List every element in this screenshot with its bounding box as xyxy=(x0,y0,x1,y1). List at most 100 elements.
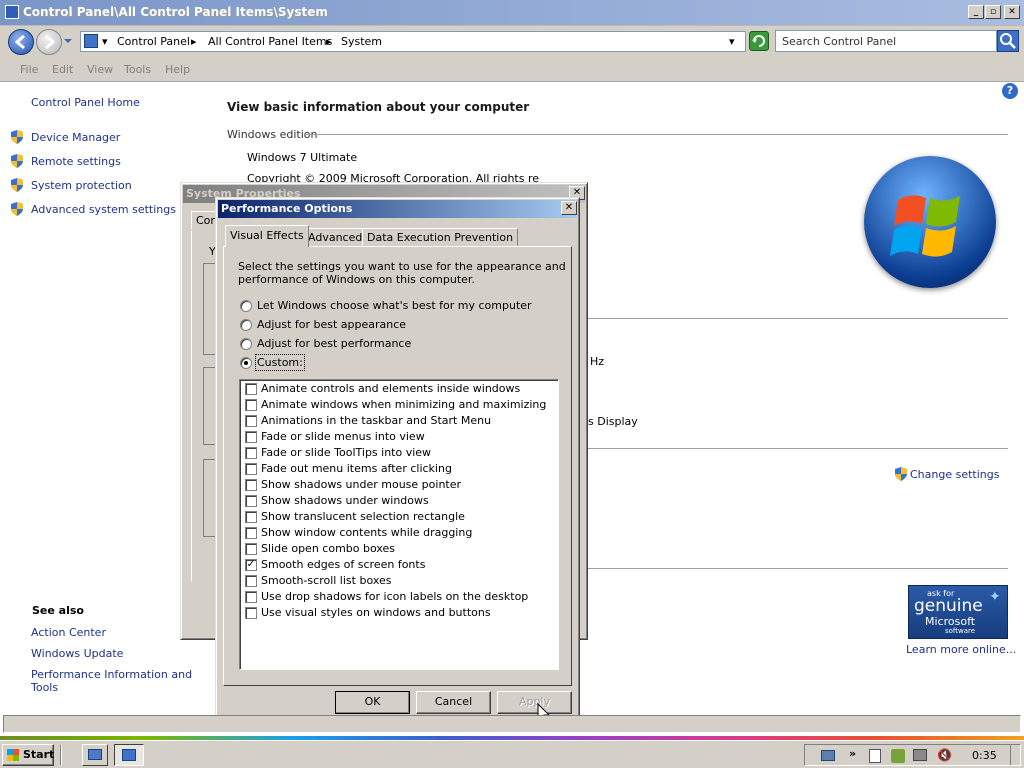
show-desktop-button[interactable] xyxy=(1010,745,1020,765)
effect-checkbox[interactable] xyxy=(245,527,257,539)
tab-data-execution-prevention[interactable]: Data Execution Prevention xyxy=(362,228,519,246)
tray-expand-button[interactable]: » xyxy=(849,747,856,760)
document-icon[interactable] xyxy=(869,749,881,763)
effect-label[interactable]: Smooth-scroll list boxes xyxy=(261,574,392,587)
breadcrumb-separator-icon[interactable]: ▸ xyxy=(191,35,197,48)
radio-option[interactable] xyxy=(240,357,252,369)
effect-checkbox[interactable] xyxy=(245,415,257,427)
effect-label[interactable]: Animate windows when minimizing and maxi… xyxy=(261,398,546,411)
help-button[interactable]: ? xyxy=(1002,83,1018,99)
effect-checkbox[interactable] xyxy=(245,399,257,411)
shield-icon xyxy=(895,467,907,481)
power-icon[interactable] xyxy=(891,749,905,763)
effects-checklist[interactable]: Animate controls and elements inside win… xyxy=(239,379,559,670)
clock[interactable]: 0:35 xyxy=(972,749,997,762)
breadcrumb-system[interactable]: System xyxy=(341,35,382,48)
ok-button[interactable]: OK xyxy=(335,691,410,714)
forward-button[interactable] xyxy=(36,29,62,55)
effect-label[interactable]: Fade out menu items after clicking xyxy=(261,462,452,475)
effect-label[interactable]: Use drop shadows for icon labels on the … xyxy=(261,590,528,603)
effect-checkbox[interactable] xyxy=(245,543,257,555)
sidebar-item-device-manager[interactable]: Device Manager xyxy=(31,131,120,144)
radio-option[interactable] xyxy=(240,319,252,331)
menu-edit[interactable]: Edit xyxy=(52,63,73,76)
radio-option[interactable] xyxy=(240,300,252,312)
effect-label[interactable]: Show shadows under mouse pointer xyxy=(261,478,461,491)
effect-label[interactable]: Animations in the taskbar and Start Menu xyxy=(261,414,491,427)
tab-visual-effects[interactable]: Visual Effects xyxy=(225,225,309,247)
effect-checkbox[interactable] xyxy=(245,591,257,603)
close-button[interactable]: ✕ xyxy=(1004,5,1020,19)
learn-more-online-link[interactable]: Learn more online... xyxy=(906,643,1016,656)
performance-options-close-button[interactable]: ✕ xyxy=(561,201,577,215)
cancel-button[interactable]: Cancel xyxy=(416,691,491,714)
effect-checkbox[interactable] xyxy=(245,431,257,443)
effect-label[interactable]: Show shadows under windows xyxy=(261,494,429,507)
menu-help[interactable]: Help xyxy=(165,63,190,76)
effect-checkbox[interactable] xyxy=(245,511,257,523)
effect-checkbox[interactable] xyxy=(245,383,257,395)
radio-option-label[interactable]: Adjust for best appearance xyxy=(257,318,406,331)
effect-checkbox[interactable]: ✓ xyxy=(245,559,257,571)
radio-option-label[interactable]: Let Windows choose what's best for my co… xyxy=(257,299,532,312)
change-settings-link[interactable]: Change settings xyxy=(910,468,999,481)
effect-checkbox[interactable] xyxy=(245,575,257,587)
sidebar-item-system-protection[interactable]: System protection xyxy=(31,179,132,192)
effect-label[interactable]: Animate controls and elements inside win… xyxy=(261,382,520,395)
recent-pages-dropdown[interactable] xyxy=(63,36,73,46)
effect-checkbox[interactable] xyxy=(245,479,257,491)
see-also-performance-info-tools[interactable]: Tools xyxy=(31,681,58,694)
apply-button[interactable]: Apply xyxy=(497,691,572,714)
breadcrumb-separator-icon[interactable]: ▸ xyxy=(326,35,332,48)
performance-options-dialog[interactable]: Performance Options ✕ Visual Effects Adv… xyxy=(215,197,580,723)
control-panel-app-icon xyxy=(5,5,19,19)
radio-option[interactable] xyxy=(240,338,252,350)
genuine-software: software xyxy=(945,627,976,635)
see-also-performance-info[interactable]: Performance Information and xyxy=(31,668,192,681)
breadcrumb[interactable]: ▾ Control Panel ▸ All Control Panel Item… xyxy=(80,31,746,52)
menu-tools[interactable]: Tools xyxy=(124,63,151,76)
breadcrumb-separator-icon[interactable]: ▾ xyxy=(102,35,108,48)
effect-label[interactable]: Fade or slide menus into view xyxy=(261,430,425,443)
refresh-button[interactable] xyxy=(749,31,769,51)
breadcrumb-all-items[interactable]: All Control Panel Items xyxy=(208,35,332,48)
window-title-bar[interactable]: Control Panel\All Control Panel Items\Sy… xyxy=(0,0,1024,26)
radio-option-label[interactable]: Custom: xyxy=(255,354,305,371)
see-also-action-center[interactable]: Action Center xyxy=(31,626,106,639)
effect-label[interactable]: Show window contents while dragging xyxy=(261,526,472,539)
effect-checkbox[interactable] xyxy=(245,607,257,619)
search-input[interactable]: Search Control Panel xyxy=(775,30,997,52)
address-history-dropdown[interactable]: ▾ xyxy=(729,35,735,48)
search-button[interactable] xyxy=(997,30,1019,52)
page-title: View basic information about your comput… xyxy=(227,100,530,114)
effect-checkbox[interactable] xyxy=(245,447,257,459)
effect-label[interactable]: Smooth edges of screen fonts xyxy=(261,558,425,571)
genuine-microsoft-badge[interactable]: ask for genuine Microsoft software ✦ xyxy=(908,585,1008,639)
see-also-windows-update[interactable]: Windows Update xyxy=(31,647,123,660)
breadcrumb-control-panel[interactable]: Control Panel xyxy=(117,35,190,48)
effect-label[interactable]: Fade or slide ToolTips into view xyxy=(261,446,431,459)
menu-view[interactable]: View xyxy=(87,63,113,76)
effect-label[interactable]: Slide open combo boxes xyxy=(261,542,395,555)
back-button[interactable] xyxy=(8,29,34,55)
sidebar-item-remote-settings[interactable]: Remote settings xyxy=(31,155,121,168)
effect-label[interactable]: Show translucent selection rectangle xyxy=(261,510,465,523)
minimize-button[interactable]: _ xyxy=(968,5,984,19)
menu-file[interactable]: File xyxy=(20,63,38,76)
display-icon[interactable] xyxy=(913,749,927,761)
start-button[interactable]: Start xyxy=(2,744,54,766)
restore-button[interactable]: ▫ xyxy=(985,5,1001,19)
performance-options-title-bar[interactable]: Performance Options xyxy=(218,200,577,218)
taskbar-button-explorer[interactable] xyxy=(82,744,108,766)
effect-label[interactable]: Use visual styles on windows and buttons xyxy=(261,606,491,619)
sidebar-control-panel-home[interactable]: Control Panel Home xyxy=(31,96,140,109)
radio-option-label[interactable]: Adjust for best performance xyxy=(257,337,411,350)
volume-muted-icon[interactable]: 🔇 xyxy=(937,748,952,762)
search-icon xyxy=(1000,33,1016,49)
network-icon[interactable] xyxy=(821,750,835,761)
effect-checkbox[interactable] xyxy=(245,463,257,475)
tab-advanced[interactable]: Advanced xyxy=(303,228,368,246)
taskbar-button-control-panel[interactable] xyxy=(114,744,144,766)
sidebar-item-advanced-system-settings[interactable]: Advanced system settings xyxy=(31,203,176,216)
effect-checkbox[interactable] xyxy=(245,495,257,507)
